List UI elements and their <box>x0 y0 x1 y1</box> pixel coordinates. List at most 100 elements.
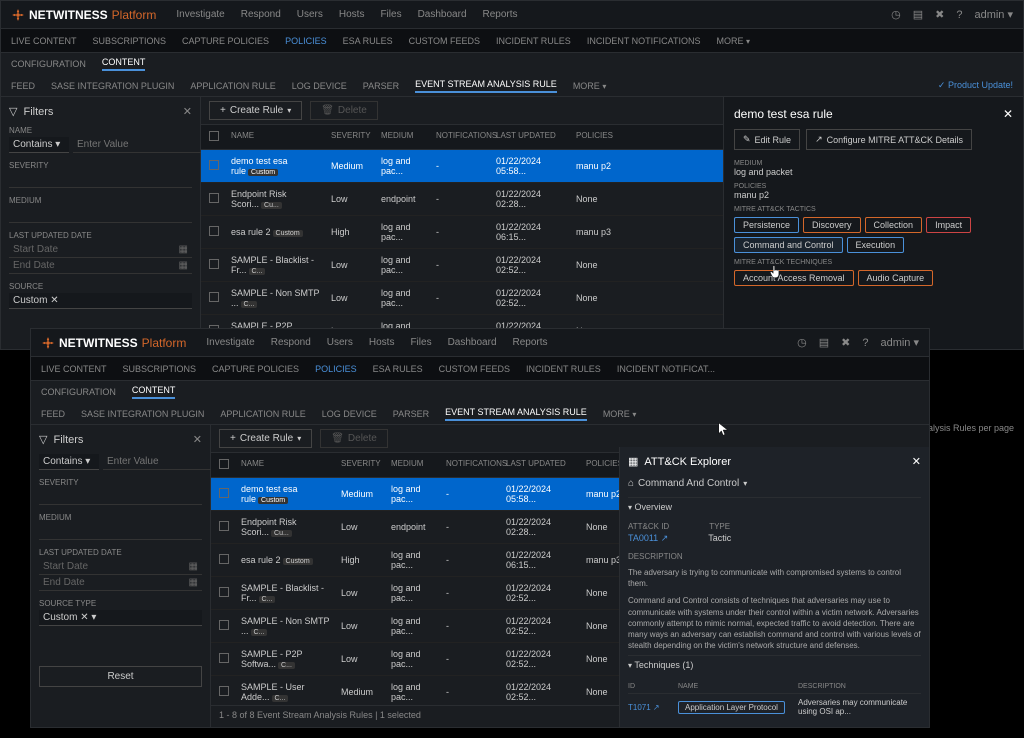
medium-select[interactable] <box>39 524 202 540</box>
sn-incrules[interactable]: INCIDENT RULES <box>496 36 571 46</box>
nav-users[interactable]: Users <box>297 9 323 20</box>
table-row[interactable]: SAMPLE - Non SMTP ...C... Low log and pa… <box>201 282 723 315</box>
sn-subs[interactable]: SUBSCRIPTIONS <box>93 36 167 46</box>
config-mitre-button[interactable]: ↗ Configure MITRE ATT&CK Details <box>806 129 972 150</box>
help-icon[interactable]: ? <box>956 9 962 21</box>
table-row[interactable]: SAMPLE - Blacklist - Fr...C... Low log a… <box>201 249 723 282</box>
fn-apprule[interactable]: APPLICATION RULE <box>190 81 275 91</box>
nav-files[interactable]: Files <box>410 337 431 348</box>
help-icon[interactable]: ? <box>862 337 868 349</box>
nav-hosts[interactable]: Hosts <box>369 337 395 348</box>
row-checkbox[interactable] <box>209 259 219 269</box>
tn-config[interactable]: CONFIGURATION <box>11 59 86 69</box>
row-checkbox[interactable] <box>209 226 219 236</box>
fn-apprule[interactable]: APPLICATION RULE <box>220 409 305 419</box>
th-medium[interactable]: MEDIUM <box>387 457 442 473</box>
fn-esarule[interactable]: EVENT STREAM ANALYSIS RULE <box>415 79 557 93</box>
product-update-link[interactable]: ✓ Product Update! <box>938 80 1013 91</box>
medium-select[interactable] <box>9 207 192 223</box>
filters-close[interactable]: ✕ <box>193 433 202 446</box>
delete-button[interactable]: 🗑 Delete <box>320 429 388 448</box>
select-all-checkbox[interactable] <box>209 131 219 141</box>
enddate-input[interactable]: End Date▦ <box>39 575 202 591</box>
enddate-input[interactable]: End Date▦ <box>9 258 192 274</box>
nav-users[interactable]: Users <box>327 337 353 348</box>
tag-audio-capture[interactable]: Audio Capture <box>858 270 934 286</box>
sn-incnotif[interactable]: INCIDENT NOTIFICATIONS <box>587 36 701 46</box>
tag-execution[interactable]: Execution <box>847 237 905 253</box>
fn-esarule[interactable]: EVENT STREAM ANALYSIS RULE <box>445 407 587 421</box>
tn-content[interactable]: CONTENT <box>132 385 176 399</box>
fn-logdev[interactable]: LOG DEVICE <box>292 81 347 91</box>
row-checkbox[interactable] <box>219 587 229 597</box>
fn-parser[interactable]: PARSER <box>393 409 429 419</box>
startdate-input[interactable]: Start Date▦ <box>9 242 192 258</box>
fn-more[interactable]: MORE ▾ <box>603 409 637 419</box>
create-rule-button[interactable]: + Create Rule ▾ <box>219 429 312 448</box>
create-rule-button[interactable]: + Create Rule ▾ <box>209 101 302 120</box>
th-severity[interactable]: SEVERITY <box>327 129 377 145</box>
th-severity[interactable]: SEVERITY <box>337 457 387 473</box>
edit-rule-button[interactable]: ✎ Edit Rule <box>734 129 800 150</box>
th-name[interactable]: NAME <box>227 129 327 145</box>
sn-incnotif[interactable]: INCIDENT NOTIFICAT... <box>617 364 715 374</box>
nav-dashboard[interactable]: Dashboard <box>448 337 497 348</box>
row-checkbox[interactable] <box>219 653 229 663</box>
th-medium[interactable]: MEDIUM <box>377 129 432 145</box>
clock-icon[interactable]: ◷ <box>891 8 901 21</box>
sn-feeds[interactable]: CUSTOM FEEDS <box>439 364 510 374</box>
row-checkbox[interactable] <box>219 521 229 531</box>
technique-name-tag[interactable]: Application Layer Protocol <box>678 701 785 714</box>
table-row[interactable]: Endpoint Risk Scori...Cu... Low endpoint… <box>201 183 723 216</box>
attckid-link[interactable]: TA0011 ↗ <box>628 533 668 544</box>
nav-investigate[interactable]: Investigate <box>176 9 224 20</box>
sn-esa[interactable]: ESA RULES <box>373 364 423 374</box>
filters-close[interactable]: ✕ <box>183 105 192 118</box>
sourcetype-select[interactable]: Custom ✕ ▾ <box>39 610 202 626</box>
sn-esa[interactable]: ESA RULES <box>343 36 393 46</box>
jobs-icon[interactable]: ▤ <box>819 336 829 349</box>
fn-logdev[interactable]: LOG DEVICE <box>322 409 377 419</box>
th-notifications[interactable]: NOTIFICATIONS <box>442 457 502 473</box>
name-input[interactable] <box>73 137 213 153</box>
tag-collection[interactable]: Collection <box>865 217 923 233</box>
nav-respond[interactable]: Respond <box>241 9 281 20</box>
tag-discovery[interactable]: Discovery <box>803 217 861 233</box>
user-menu[interactable]: admin ▾ <box>880 336 919 349</box>
reset-button[interactable]: Reset <box>39 666 202 687</box>
clock-icon[interactable]: ◷ <box>797 336 807 349</box>
tn-content[interactable]: CONTENT <box>102 57 146 71</box>
sn-policies[interactable]: POLICIES <box>285 36 327 46</box>
nav-reports[interactable]: Reports <box>483 9 518 20</box>
table-row[interactable]: demo test esa ruleCustom Medium log and … <box>201 150 723 183</box>
sn-feeds[interactable]: CUSTOM FEEDS <box>409 36 480 46</box>
fn-sase[interactable]: SASE INTEGRATION PLUGIN <box>81 409 204 419</box>
severity-select[interactable] <box>9 172 192 188</box>
name-operator-select[interactable]: Contains ▾ <box>39 454 99 470</box>
technique-row[interactable]: T1071 ↗ Application Layer Protocol Adver… <box>628 694 921 720</box>
fn-feed[interactable]: FEED <box>11 81 35 91</box>
jobs-icon[interactable]: ▤ <box>913 8 923 21</box>
sn-incrules[interactable]: INCIDENT RULES <box>526 364 601 374</box>
fn-parser[interactable]: PARSER <box>363 81 399 91</box>
nav-investigate[interactable]: Investigate <box>206 337 254 348</box>
row-checkbox[interactable] <box>209 292 219 302</box>
nav-dashboard[interactable]: Dashboard <box>418 9 467 20</box>
row-checkbox[interactable] <box>209 160 219 170</box>
nav-files[interactable]: Files <box>380 9 401 20</box>
row-checkbox[interactable] <box>219 620 229 630</box>
tag-account-access-removal[interactable]: Account Access Removal <box>734 270 854 286</box>
nav-hosts[interactable]: Hosts <box>339 9 365 20</box>
row-checkbox[interactable] <box>219 488 229 498</box>
sn-capture[interactable]: CAPTURE POLICIES <box>182 36 269 46</box>
name-operator-select[interactable]: Contains ▾ <box>9 137 69 153</box>
row-checkbox[interactable] <box>209 193 219 203</box>
delete-button[interactable]: 🗑 Delete <box>310 101 378 120</box>
tn-config[interactable]: CONFIGURATION <box>41 387 116 397</box>
techniques-section[interactable]: ▾ Techniques (1) <box>628 655 921 674</box>
settings-icon[interactable]: ✖ <box>841 336 850 349</box>
fn-feed[interactable]: FEED <box>41 409 65 419</box>
table-row[interactable]: esa rule 2Custom High log and pac... - 0… <box>201 216 723 249</box>
fn-more[interactable]: MORE ▾ <box>573 81 607 91</box>
nav-respond[interactable]: Respond <box>271 337 311 348</box>
